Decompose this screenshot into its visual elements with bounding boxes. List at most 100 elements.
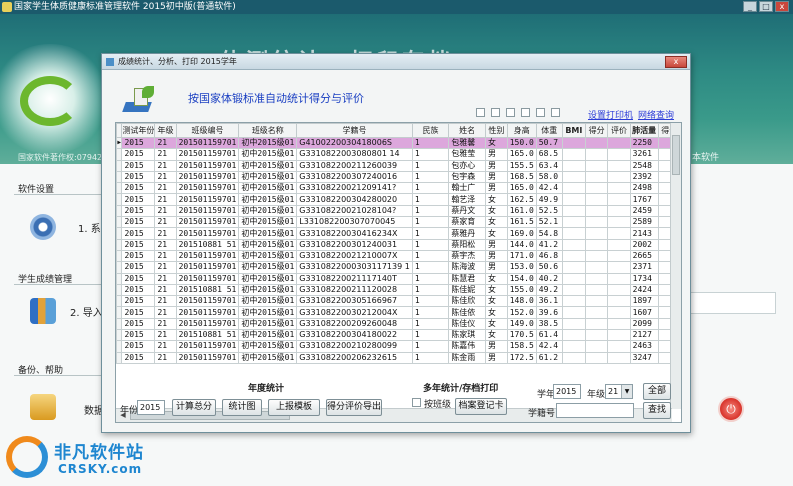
- table-cell[interactable]: 陈慧君: [448, 272, 486, 285]
- table-cell[interactable]: [607, 170, 631, 184]
- table-cell[interactable]: [584, 193, 609, 206]
- table-cell[interactable]: 201501159701: [175, 351, 240, 364]
- table-cell[interactable]: [607, 295, 631, 308]
- table-cell[interactable]: 包雅馨: [448, 136, 486, 150]
- table-cell[interactable]: 陈嘉伟: [448, 340, 486, 353]
- table-cell[interactable]: [584, 283, 609, 297]
- table-cell[interactable]: G331082200304280020: [296, 193, 413, 206]
- table-cell[interactable]: G33108220021117140T: [296, 272, 413, 285]
- year-input[interactable]: 2015: [137, 400, 165, 415]
- chevron-down-icon[interactable]: ▼: [621, 385, 632, 398]
- student-id-input[interactable]: [556, 403, 634, 418]
- grade-select[interactable]: 21 ▼: [605, 384, 633, 399]
- table-cell[interactable]: 201501159701: [175, 193, 240, 206]
- table-cell[interactable]: 初中2015级01: [238, 182, 298, 195]
- table-cell[interactable]: [561, 159, 587, 172]
- table-cell[interactable]: 女: [484, 216, 508, 229]
- table-cell[interactable]: 初中2015级01: [238, 306, 298, 319]
- table-cell[interactable]: 42.4: [535, 340, 563, 353]
- table-cell[interactable]: [584, 227, 609, 240]
- table-cell[interactable]: 201501159701: [175, 306, 240, 319]
- table-cell[interactable]: 201501159701: [175, 136, 240, 150]
- table-cell[interactable]: 女: [484, 227, 508, 240]
- table-cell[interactable]: 201501159701: [175, 249, 240, 263]
- table-cell[interactable]: [561, 249, 587, 263]
- table-cell[interactable]: [561, 227, 587, 240]
- table-row[interactable]: 2015 21 201501159701 初中2015级01 G331082200206…: [116, 351, 681, 364]
- table-cell[interactable]: 女: [484, 283, 508, 297]
- table-cell[interactable]: 1: [411, 249, 450, 263]
- column-header[interactable]: 民族: [411, 123, 450, 138]
- column-header[interactable]: 肺活量: [629, 123, 659, 138]
- table-cell[interactable]: [607, 227, 631, 240]
- column-header[interactable]: 班级名称: [238, 123, 298, 138]
- table-cell[interactable]: 2015: [121, 351, 156, 364]
- table-cell[interactable]: 3247: [629, 351, 659, 364]
- table-cell[interactable]: 2015: [121, 136, 156, 150]
- table-cell[interactable]: 21: [154, 317, 177, 331]
- table-row[interactable]: 2015 21 201501159701 初中2015级01 G331082200210…: [116, 340, 681, 353]
- table-cell[interactable]: 包雅莹: [448, 148, 486, 161]
- table-cell[interactable]: 男: [484, 170, 508, 184]
- table-cell[interactable]: 1897: [629, 295, 659, 308]
- table-cell[interactable]: 2015: [121, 340, 156, 353]
- table-cell[interactable]: 40.2: [535, 272, 563, 285]
- table-cell[interactable]: G331082200304180022: [296, 329, 413, 342]
- table-cell[interactable]: 陈佳仪: [448, 317, 486, 331]
- table-row[interactable]: 2015 21 201501159701 初中2015级01 L331082200307…: [116, 216, 681, 229]
- table-cell[interactable]: 男: [484, 182, 508, 195]
- table-cell[interactable]: 1: [411, 317, 450, 331]
- table-cell[interactable]: 42.4: [535, 182, 563, 195]
- table-cell[interactable]: [584, 182, 609, 195]
- table-cell[interactable]: [607, 238, 631, 251]
- table-cell[interactable]: [584, 136, 609, 150]
- table-cell[interactable]: 21: [154, 261, 177, 274]
- stats-chart-button[interactable]: 统计图: [222, 399, 262, 416]
- table-cell[interactable]: 男: [484, 340, 508, 353]
- table-cell[interactable]: 201501159701: [175, 216, 240, 229]
- table-cell[interactable]: 男: [484, 159, 508, 172]
- table-cell[interactable]: 21: [154, 295, 177, 308]
- table-cell[interactable]: 女: [484, 317, 508, 331]
- table-cell[interactable]: 171.0: [506, 249, 537, 263]
- table-cell[interactable]: 1: [411, 170, 450, 184]
- table-cell[interactable]: 161.5: [506, 216, 537, 229]
- table-cell[interactable]: 蔡雅丹: [448, 227, 486, 240]
- table-cell[interactable]: 1734: [629, 272, 659, 285]
- table-cell[interactable]: G331082200301240031: [296, 238, 413, 251]
- table-cell[interactable]: 初中2015级01: [238, 272, 298, 285]
- table-row[interactable]: 2015 21 201501159701 初中2015级01 G331082200302…: [116, 306, 681, 319]
- table-cell[interactable]: 2015: [121, 148, 156, 161]
- calc-total-button[interactable]: 计算总分: [172, 399, 216, 416]
- table-cell[interactable]: [561, 204, 587, 218]
- table-cell[interactable]: 1: [411, 283, 450, 297]
- table-cell[interactable]: 1: [411, 227, 450, 240]
- table-cell[interactable]: 1: [411, 306, 450, 319]
- column-header[interactable]: 性别: [484, 123, 508, 138]
- table-cell[interactable]: 初中2015级01: [238, 148, 298, 161]
- table-cell[interactable]: [584, 306, 609, 319]
- table-cell[interactable]: 男: [484, 249, 508, 263]
- table-cell[interactable]: [584, 238, 609, 251]
- table-cell[interactable]: 21: [154, 182, 177, 195]
- table-cell[interactable]: 21: [154, 148, 177, 161]
- table-cell[interactable]: 52.5: [535, 204, 563, 218]
- table-cell[interactable]: 陈海波: [448, 261, 486, 274]
- table-cell[interactable]: 61.2: [535, 351, 563, 364]
- by-class-checkbox[interactable]: [412, 398, 421, 407]
- column-toggle-checkbox[interactable]: [551, 108, 560, 117]
- table-cell[interactable]: 2015: [121, 204, 156, 218]
- table-cell[interactable]: 女: [484, 193, 508, 206]
- table-cell[interactable]: 52.1: [535, 216, 563, 229]
- table-cell[interactable]: [584, 317, 609, 331]
- table-cell[interactable]: 169.0: [506, 227, 537, 240]
- table-cell[interactable]: [607, 329, 631, 342]
- table-row[interactable]: 2015 21 201510881 51 初中2015级01 G331082200211…: [116, 283, 681, 297]
- table-cell[interactable]: 2015: [121, 159, 156, 172]
- table-cell[interactable]: 2015: [121, 272, 156, 285]
- books-icon[interactable]: [30, 298, 56, 324]
- table-cell[interactable]: G33108220030212004X: [296, 306, 413, 319]
- table-row[interactable]: 2015 21 201501159701 初中2015级01 G331082200305…: [116, 295, 681, 308]
- table-cell[interactable]: [607, 351, 631, 364]
- table-cell[interactable]: 1: [411, 238, 450, 251]
